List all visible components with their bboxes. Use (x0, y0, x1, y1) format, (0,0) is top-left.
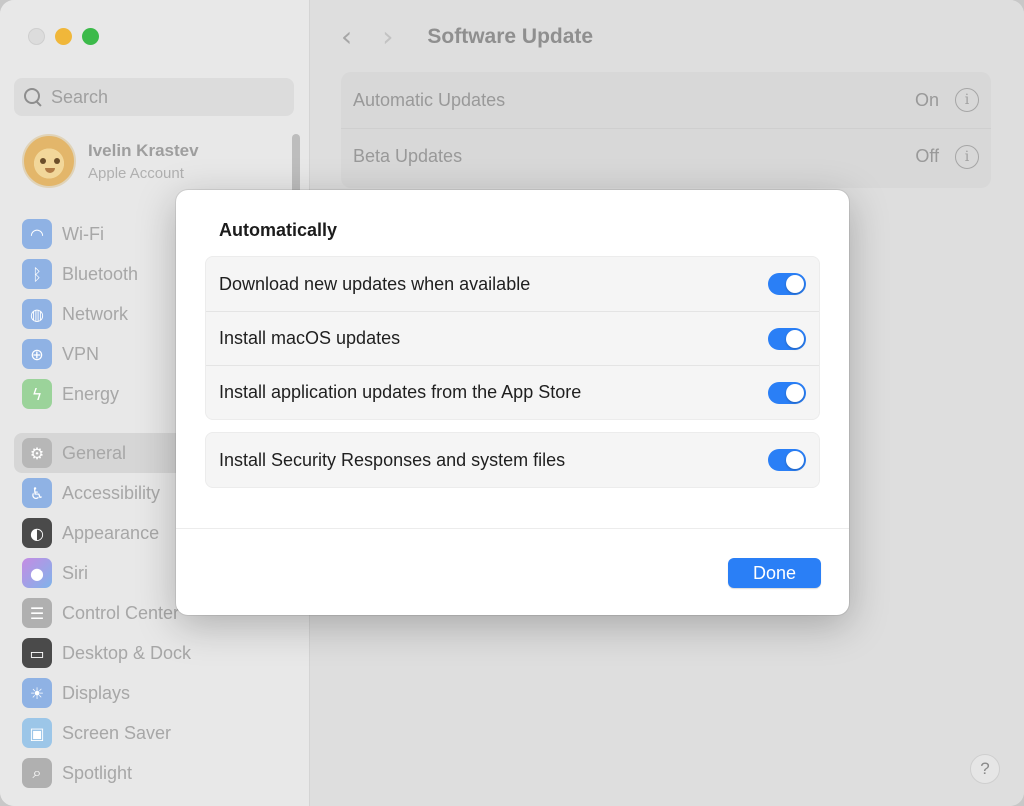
setting-label: Beta Updates (353, 146, 463, 166)
sidebar-item-label: Wi-Fi (62, 223, 104, 244)
dock-icon: ▭ (22, 638, 52, 668)
sidebar-item-label: Displays (62, 682, 131, 703)
toolbar: ‹ › Software Update (341, 20, 593, 53)
sidebar-item-label: Accessibility (62, 482, 161, 503)
page-title: Software Update (427, 24, 594, 48)
option-label: Install Security Responses and system fi… (219, 449, 566, 470)
apple-account[interactable]: Ivelin Krastev Apple Account (22, 134, 199, 188)
security-options-group: Install Security Responses and system fi… (205, 432, 820, 488)
sidebar-item-spotlight[interactable]: ⌕ Spotlight (14, 753, 294, 793)
sheet-divider (176, 528, 849, 529)
screen-saver-icon: ▣ (22, 718, 52, 748)
automatic-updates-sheet: Automatically Download new updates when … (176, 190, 849, 615)
account-name: Ivelin Krastev (88, 140, 199, 160)
info-icon[interactable]: i (955, 144, 979, 169)
sidebar-item-label: VPN (62, 343, 100, 364)
back-chevron-icon[interactable]: ‹ (341, 20, 352, 53)
option-label: Download new updates when available (219, 273, 531, 294)
download-updates-toggle[interactable] (768, 273, 806, 295)
close-window-button[interactable] (28, 28, 45, 45)
window-controls (28, 28, 99, 45)
sidebar-item-label: Screen Saver (62, 722, 172, 743)
setting-value: On (914, 89, 939, 110)
avatar (22, 134, 76, 188)
update-options-group: Download new updates when available Inst… (205, 256, 820, 420)
option-label: Install macOS updates (219, 328, 401, 348)
account-subtitle: Apple Account (88, 164, 184, 182)
done-button[interactable]: Done (728, 558, 821, 588)
control-center-icon: ☰ (22, 598, 52, 628)
appearance-icon: ◐ (22, 518, 52, 548)
search-icon (24, 88, 42, 106)
gear-icon: ⚙ (22, 438, 52, 468)
wifi-icon: ◠ (22, 219, 52, 249)
option-row-install-app-updates: Install application updates from the App… (206, 365, 819, 419)
sidebar-item-label: Network (62, 303, 129, 324)
setting-row-beta-updates: Beta Updates Off i (341, 128, 991, 184)
sidebar-item-label: Spotlight (62, 762, 133, 783)
spotlight-icon: ⌕ (22, 758, 52, 788)
zoom-window-button[interactable] (82, 28, 99, 45)
sidebar-item-displays[interactable]: ☀ Displays (14, 673, 294, 713)
sidebar-item-label: Desktop & Dock (62, 642, 192, 663)
option-row-download-updates: Download new updates when available (206, 257, 819, 311)
vpn-icon: ⊕ (22, 339, 52, 369)
sidebar-item-label: Bluetooth (62, 263, 139, 284)
bluetooth-icon: ᛒ (22, 259, 52, 289)
sidebar-search[interactable] (14, 78, 294, 116)
install-app-updates-toggle[interactable] (768, 381, 806, 404)
energy-icon: ϟ (22, 379, 52, 409)
sidebar-scrollbar[interactable] (292, 134, 300, 194)
sidebar-item-label: Appearance (62, 522, 160, 543)
minimize-window-button[interactable] (55, 28, 72, 45)
sidebar-item-label: Control Center (62, 602, 180, 623)
setting-label: Automatic Updates (353, 89, 506, 110)
accessibility-icon: ♿ (22, 478, 52, 508)
setting-value: Off (915, 146, 939, 166)
install-macos-toggle[interactable] (768, 327, 806, 350)
network-icon: ◍ (22, 299, 52, 329)
sidebar-item-label: General (62, 442, 127, 463)
displays-icon: ☀ (22, 678, 52, 708)
option-row-security-responses: Install Security Responses and system fi… (206, 433, 819, 487)
setting-row-automatic-updates: Automatic Updates On i (341, 72, 991, 128)
sidebar-item-label: Energy (62, 383, 120, 404)
info-icon[interactable]: i (955, 88, 979, 112)
sidebar-item-screen-saver[interactable]: ▣ Screen Saver (14, 713, 294, 753)
siri-icon: ● (22, 558, 52, 588)
option-row-install-macos: Install macOS updates (206, 311, 819, 365)
security-responses-toggle[interactable] (768, 449, 806, 471)
sheet-heading: Automatically (219, 220, 338, 240)
search-input[interactable] (51, 86, 271, 108)
sidebar-item-label: Siri (62, 562, 88, 583)
system-settings-window: Ivelin Krastev Apple Account ◠ Wi-Fi ᛒ B… (0, 0, 1024, 806)
help-button[interactable]: ? (970, 754, 1000, 784)
option-label: Install application updates from the App… (219, 382, 582, 402)
forward-chevron-icon[interactable]: › (382, 20, 393, 53)
sidebar-item-desktop-dock[interactable]: ▭ Desktop & Dock (14, 633, 294, 673)
update-settings-group: Automatic Updates On i Beta Updates Off … (341, 72, 991, 188)
